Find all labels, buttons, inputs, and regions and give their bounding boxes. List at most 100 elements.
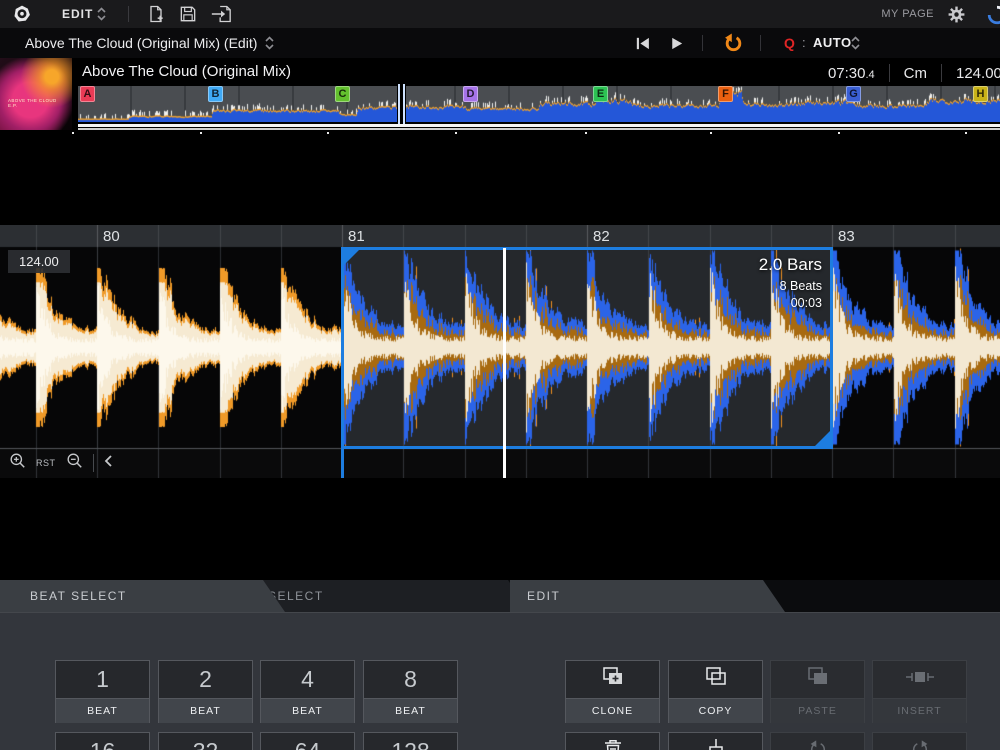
selection-left-handle[interactable] [341,247,344,478]
selection-corner-handle[interactable] [344,250,359,265]
beat-button-2[interactable]: 2 BEAT [158,660,253,723]
selection-bottom-edge[interactable] [342,446,832,449]
paste-button: PASTE [770,660,865,723]
beat-button-1[interactable]: 1BEAT [55,660,150,723]
progress-bar[interactable] [78,124,1000,127]
cue-marker-b[interactable]: B [208,86,223,102]
zoom-in-button[interactable] [8,451,27,475]
edit-menu[interactable]: EDIT [62,7,93,21]
beat-button-value: 64 [295,738,321,750]
beat-button-8[interactable]: 8BEAT [363,660,458,723]
cue-marker-e[interactable]: E [593,86,608,102]
cue-marker-f[interactable]: F [718,86,733,102]
zoom-out-button[interactable] [65,451,84,475]
rekordbox-edit-window: EDIT [0,0,1000,750]
cue-tick [585,132,587,134]
beat-button-64[interactable]: 64BEAT [260,732,355,750]
settings-gear-icon[interactable] [947,5,966,24]
cue-tick [710,132,712,134]
redo-button: REDO [872,732,967,750]
bottom-tab-row: BEAT SELECT SELECT EDIT [0,580,1000,612]
selection-info: 2.0 Bars 8 Beats 00:03 [759,255,822,313]
cue-marker-c[interactable]: C [335,86,350,102]
rekordbox-logo-icon [12,4,32,24]
rst-button[interactable]: RST [36,458,56,468]
quantize-icon[interactable]: Q [784,35,795,51]
chevron-updown-icon[interactable] [264,35,275,56]
export-icon[interactable] [210,4,232,24]
beat-button-value: 1 [96,666,109,693]
toolbar-divider [702,35,703,51]
cue-tick [200,132,202,134]
skip-start-button[interactable] [634,35,651,57]
cue-marker-h[interactable]: H [973,86,988,102]
edit-button-label: CLONE [566,698,659,723]
paste-icon [805,664,831,695]
cue-marker-g[interactable]: G [846,86,861,102]
cue-tick [838,132,840,134]
clear-button[interactable]: CLEAR [668,732,763,750]
sync-status-icon[interactable] [986,4,1000,26]
tab-edit[interactable]: EDIT [510,580,785,612]
clone-button[interactable]: CLONE [565,660,660,723]
track-bpm: 124.00 [956,65,1000,82]
toolbar-divider [760,35,761,51]
save-icon[interactable] [178,4,198,24]
insert-icon [905,664,935,695]
beat-button-value: 16 [90,738,116,750]
waveform-zoom-controls: RST [8,452,115,474]
undo-icon [806,737,830,750]
beat-button-caption: BEAT [159,698,252,723]
album-art: ABOVE THE CLOUD E.P. [0,58,72,130]
overview-waveform[interactable]: A B C D E F G H [78,86,1000,122]
overview-playhead[interactable] [397,84,406,124]
selection-bars: 2.0 Bars [759,255,822,275]
track-time: 07:30.4 [828,65,875,82]
beat-button-4[interactable]: 4BEAT [260,660,355,723]
my-page-link[interactable]: MY PAGE [881,8,934,20]
chevron-updown-icon[interactable] [96,6,107,22]
delete-button[interactable]: DELETE [565,732,660,750]
beat-button-32[interactable]: 32BEAT [158,732,253,750]
beat-button-value: 128 [391,738,429,750]
cue-tick [455,132,457,134]
bottom-panel: 1BEAT2BEAT4BEAT8BEAT16BEAT32BEAT64BEAT12… [0,612,1000,750]
beat-button-caption: BEAT [364,698,457,723]
bar-number: 81 [348,228,365,245]
edit-button-label: PASTE [771,698,864,723]
copy-button[interactable]: COPY [668,660,763,723]
tab-select[interactable]: SELECT [238,580,530,612]
progress-bar [78,128,1000,130]
cue-marker-d[interactable]: D [463,86,478,102]
tab-beat-select[interactable]: BEAT SELECT [0,580,285,612]
chevron-updown-icon[interactable] [850,35,861,56]
track-selector[interactable]: Above The Cloud (Original Mix) (Edit) [25,35,257,51]
cue-marker-a[interactable]: A [80,86,95,102]
selection-right-handle[interactable] [830,247,833,449]
meta-divider [941,64,942,82]
selection-corner-handle[interactable] [815,431,830,446]
beat-button-16[interactable]: 16BEAT [55,732,150,750]
selection-top-edge[interactable] [342,247,832,250]
toolbar-divider [93,454,94,472]
beat-button-value: 2 [199,666,212,693]
track-title: Above The Cloud (Original Mix) [82,63,291,80]
cue-tick [965,132,967,134]
transport-bar: Above The Cloud (Original Mix) (Edit) Q … [0,28,1000,58]
top-bar: EDIT [0,0,1000,29]
bar-number: 82 [593,228,610,245]
album-art-caption: ABOVE THE CLOUD E.P. [8,98,66,108]
track-meta: 07:30.4 Cm 124.00 [828,62,1000,84]
beat-button-value: 32 [193,738,219,750]
beat-button-128[interactable]: 128BEAT [363,732,458,750]
edit-button-label: INSERT [873,698,966,723]
new-track-icon[interactable] [146,4,166,24]
play-button[interactable] [668,35,685,57]
playhead[interactable] [503,248,506,478]
quantize-value[interactable]: AUTO [813,35,852,50]
main-waveform[interactable] [0,225,1000,478]
insert-button: INSERT [872,660,967,723]
beat-button-caption: BEAT [261,698,354,723]
undo-arrow-button[interactable] [722,32,745,60]
collapse-left-icon[interactable] [103,454,115,473]
